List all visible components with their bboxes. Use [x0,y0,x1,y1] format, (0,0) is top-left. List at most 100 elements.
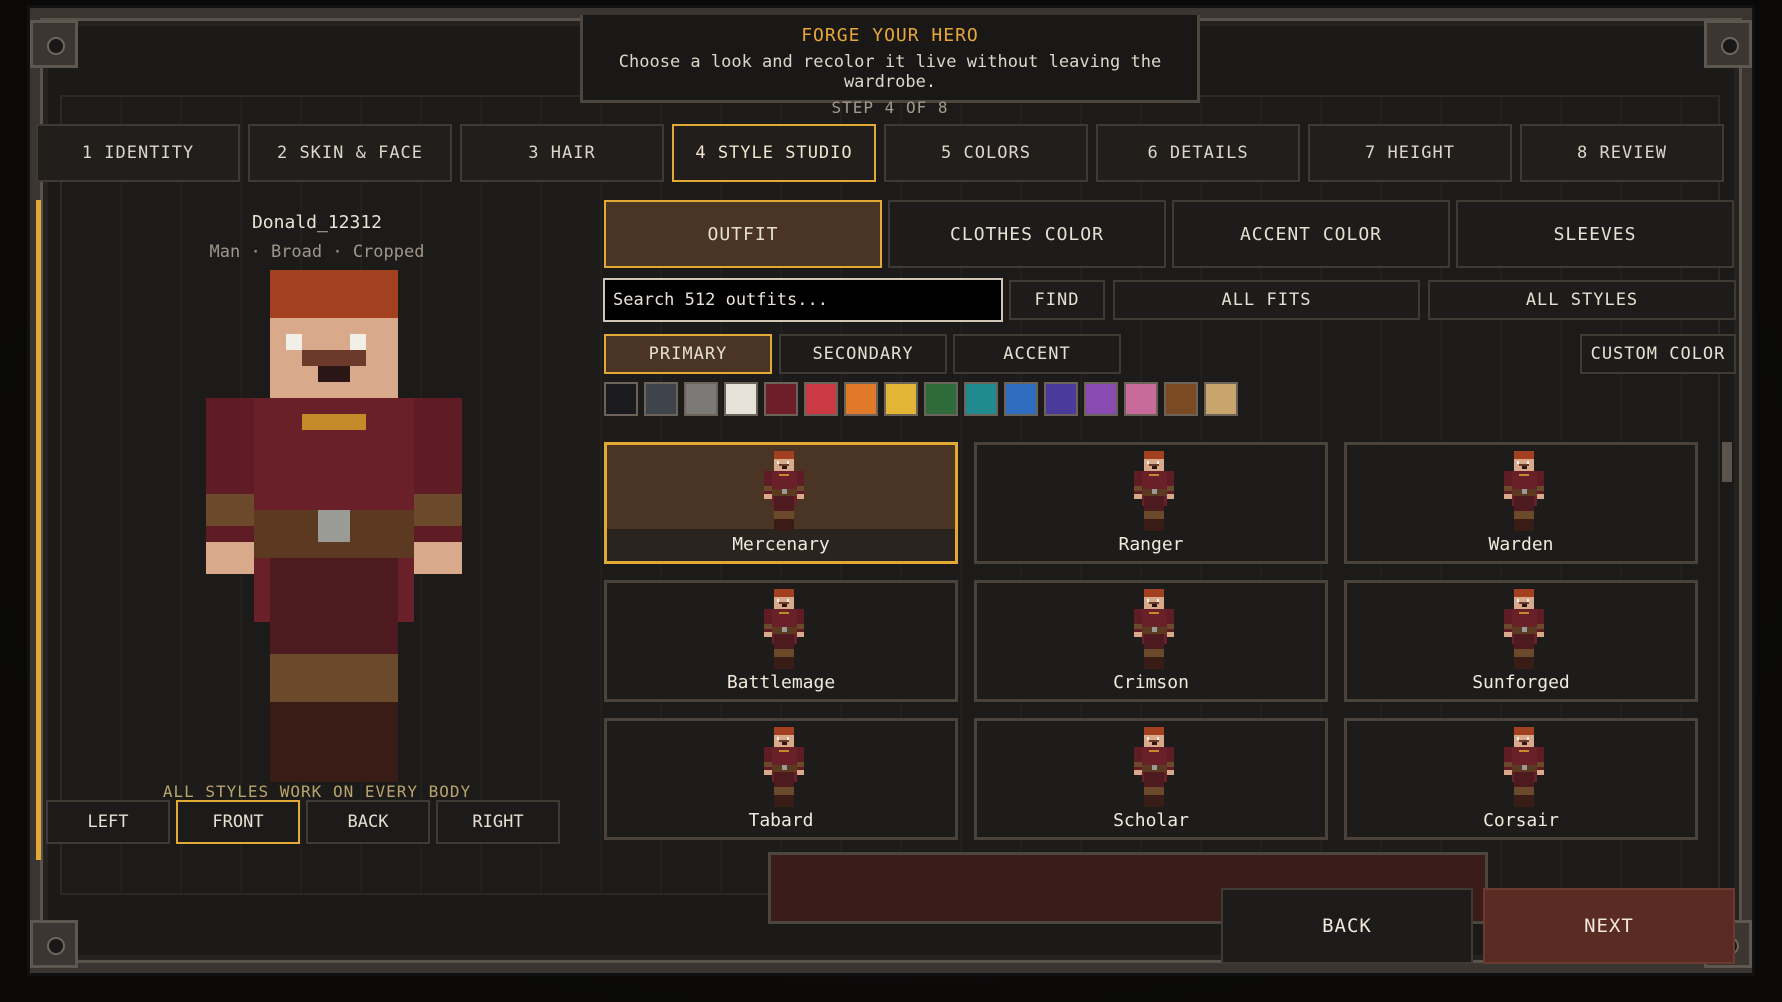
outfit-label: Scholar [1113,810,1189,831]
pixel [764,769,772,775]
slot-secondary-button[interactable]: SECONDARY [779,334,947,374]
styles-filter[interactable]: ALL STYLES [1428,280,1736,320]
corner-rivet-icon [1704,20,1752,68]
pixel [1166,631,1174,637]
step-tab-colors[interactable]: 5 COLORS [884,124,1088,182]
pixel [796,631,804,637]
pixel [270,270,398,302]
pixel [1166,747,1174,772]
pixel [1514,456,1534,459]
color-swatch[interactable] [884,382,918,416]
pixel [1134,471,1142,496]
slot-primary-button[interactable]: PRIMARY [604,334,772,374]
next-button[interactable]: NEXT [1483,888,1735,964]
view-back-button[interactable]: BACK [306,800,430,844]
view-right-button[interactable]: RIGHT [436,800,560,844]
find-button[interactable]: FIND [1009,280,1105,320]
pixel [774,518,794,531]
pixel [1514,656,1534,669]
step-tab-identity[interactable]: 1 IDENTITY [36,124,240,182]
pixel [1536,769,1544,775]
pixel [1134,631,1142,637]
pixel [774,656,794,669]
outfit-thumbnail-icon [1134,589,1174,671]
step-tabs: 1 IDENTITY 2 SKIN & FACE 3 HAIR 4 STYLE … [36,124,1726,182]
pixel [1149,749,1159,752]
pixel [779,473,789,476]
outfit-label: Ranger [1118,534,1184,555]
pixel [1144,787,1164,795]
character-model[interactable] [206,270,476,782]
color-swatch[interactable] [1204,382,1238,416]
pixel [1514,511,1534,519]
color-swatch[interactable] [644,382,678,416]
pixel [414,494,462,526]
pixel [1521,466,1527,469]
outfit-card-tabard[interactable]: Tabard [604,718,958,840]
outfit-card-scholar[interactable]: Scholar [974,718,1328,840]
subtab-outfit[interactable]: OUTFIT [604,200,882,268]
color-swatch[interactable] [684,382,718,416]
pixel [764,493,772,499]
view-front-button[interactable]: FRONT [176,800,300,844]
color-swatch[interactable] [1004,382,1038,416]
pixel [286,334,302,350]
color-swatch[interactable] [1124,382,1158,416]
color-swatch[interactable] [804,382,838,416]
search-input[interactable]: Search 512 outfits... [603,278,1003,322]
color-swatch[interactable] [1044,382,1078,416]
pixel [1521,626,1527,632]
scrollbar-thumb[interactable] [1722,442,1732,482]
pixel [796,493,804,499]
subtab-accent-color[interactable]: ACCENT COLOR [1172,200,1450,268]
outfit-card-ranger[interactable]: Ranger [974,442,1328,564]
view-left-button[interactable]: LEFT [46,800,170,844]
color-swatch[interactable] [844,382,878,416]
step-tab-review[interactable]: 8 REVIEW [1520,124,1724,182]
accent-bar [36,200,41,860]
pixel [781,626,787,632]
character-preview: Donald_12312 Man · Broad · Cropped ALL S… [36,200,598,860]
step-tab-style-studio[interactable]: 4 STYLE STUDIO [672,124,876,182]
pixel [1166,493,1174,499]
page-title: FORGE YOUR HERO [801,25,979,46]
back-button[interactable]: BACK [1221,888,1473,964]
color-swatch[interactable] [964,382,998,416]
pixel [1521,742,1527,745]
color-swatch[interactable] [1084,382,1118,416]
step-tab-details[interactable]: 6 DETAILS [1096,124,1300,182]
pixel [1144,794,1164,807]
pixel [1504,769,1512,775]
pixel [350,334,366,350]
outfit-card-mercenary[interactable]: Mercenary [604,442,958,564]
step-tab-height[interactable]: 7 HEIGHT [1308,124,1512,182]
custom-color-button[interactable]: CUSTOM COLOR [1580,334,1736,374]
subtab-sleeves[interactable]: SLEEVES [1456,200,1734,268]
pixel [1166,624,1174,629]
pixel [1514,787,1534,795]
pixel [1151,742,1157,745]
pixel [1166,769,1174,775]
pixel [779,749,789,752]
color-swatch[interactable] [604,382,638,416]
pixel [796,762,804,767]
slot-accent-button[interactable]: ACCENT [953,334,1121,374]
color-swatch[interactable] [924,382,958,416]
pixel [779,611,789,614]
color-swatch[interactable] [1164,382,1198,416]
pixel [1134,769,1142,775]
pixel [206,542,254,574]
subtab-clothes-color[interactable]: CLOTHES COLOR [888,200,1166,268]
fits-filter[interactable]: ALL FITS [1113,280,1420,320]
color-swatch[interactable] [764,382,798,416]
outfit-card-sunforged[interactable]: Sunforged [1344,580,1698,702]
corner-rivet-icon [30,20,78,68]
color-swatch[interactable] [724,382,758,416]
outfit-card-warden[interactable]: Warden [1344,442,1698,564]
outfit-card-corsair[interactable]: Corsair [1344,718,1698,840]
step-tab-skin-face[interactable]: 2 SKIN & FACE [248,124,452,182]
outfit-card-crimson[interactable]: Crimson [974,580,1328,702]
step-tab-hair[interactable]: 3 HAIR [460,124,664,182]
pixel [1536,631,1544,637]
outfit-card-battlemage[interactable]: Battlemage [604,580,958,702]
